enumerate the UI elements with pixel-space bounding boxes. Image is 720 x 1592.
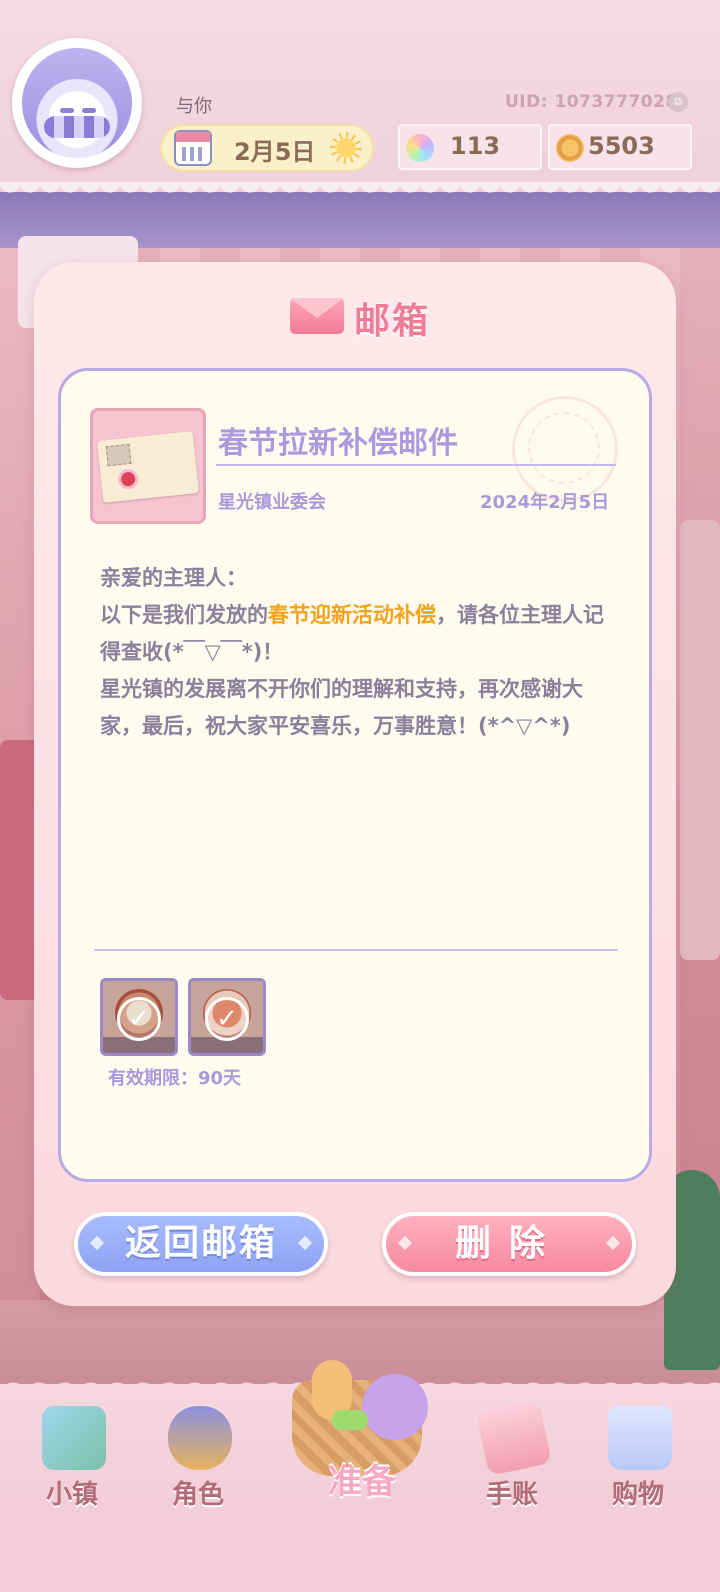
avatar-scarf [44,116,110,138]
hat-icon [362,1374,428,1440]
nav-label: 小镇 [45,1480,98,1510]
nav-label: 准备 [328,1462,396,1502]
journal-icon [476,1400,552,1476]
right-wall-decoration [680,520,720,960]
reward-item[interactable]: ✓ [188,978,266,1056]
delete-button[interactable]: 删除 [382,1212,636,1276]
username: 与你 [176,96,212,117]
mailbox-title: 邮箱 [290,294,450,342]
nav-bottom-strip [0,1508,720,1592]
coin-currency[interactable]: 5503 [548,124,692,170]
avatar-eye [82,108,96,113]
header-scallop [0,182,720,202]
mailbox-title-text: 邮箱 [354,301,431,342]
flower-currency[interactable]: 113 [398,124,542,170]
attachment-divider [94,949,618,951]
mail-text: 以下是我们发放的 [100,603,268,627]
mail-subject: 春节拉新补偿邮件 [218,426,458,461]
reward-item[interactable]: ✓ [100,978,178,1056]
sun-icon [330,132,362,164]
mail-greeting: 亲爱的主理人： [100,566,247,590]
sparkle-icon [297,1235,313,1251]
avatar-eye [60,108,74,113]
mail-body: 亲爱的主理人： 以下是我们发放的春节迎新活动补偿，请各位主理人记得查收(*￣▽￣… [100,560,620,745]
subject-underline [216,464,616,466]
sparkle-icon [89,1235,105,1251]
sparkle-icon [605,1235,621,1251]
mail-paragraph-1: 以下是我们发放的春节迎新活动补偿，请各位主理人记得查收(*￣▽￣*)！ [100,597,620,671]
delete-button-label: 删除 [454,1223,563,1264]
envelope-icon [290,298,344,334]
character-icon [168,1406,232,1470]
flower-icon [406,134,434,162]
nav-item-journal[interactable]: 手账 [462,1400,562,1510]
mail-highlight: 春节迎新活动补偿 [268,603,436,627]
claimed-check-icon: ✓ [205,997,249,1041]
postmark-decoration-inner [528,412,600,484]
claimed-check-icon: ✓ [117,997,161,1041]
validity-text: 有效期限：90天 [108,1068,242,1089]
sparkle-icon [397,1235,413,1251]
date-text: 2月5日 [234,138,316,166]
nav-item-prepare[interactable]: 准备 [262,1350,452,1510]
mail-sender: 星光镇业委会 [218,492,326,513]
nav-item-town[interactable]: 小镇 [22,1400,122,1510]
stamp-icon [105,443,132,467]
copy-icon[interactable]: ⧉ [668,92,688,112]
uid-text: UID: 1073777028 [505,92,678,112]
letter-paper [97,431,199,503]
back-button-label: 返回邮箱 [124,1223,277,1264]
bow-icon [332,1410,368,1430]
nav-label: 角色 [171,1480,224,1510]
nav-label: 手账 [485,1480,538,1510]
date-display: 2月5日 [160,124,374,172]
coin-icon [556,134,584,162]
shopping-bag-icon [608,1406,672,1470]
flower-count: 113 [450,132,501,160]
map-icon [42,1406,106,1470]
mail-paragraph-2: 星光镇的发展离不开你们的理解和支持，再次感谢大家，最后，祝大家平安喜乐，万事胜意… [100,677,583,738]
avatar[interactable] [22,48,132,158]
nav-label: 购物 [611,1480,664,1510]
nav-item-shopping[interactable]: 购物 [588,1400,688,1510]
back-to-mailbox-button[interactable]: 返回邮箱 [74,1212,328,1276]
letter-icon [90,408,206,524]
coin-count: 5503 [588,132,655,160]
mail-date: 2024年2月5日 [480,492,610,513]
calendar-icon [174,130,212,166]
nav-item-character[interactable]: 角色 [148,1400,248,1510]
heart-seal-icon [120,471,136,487]
